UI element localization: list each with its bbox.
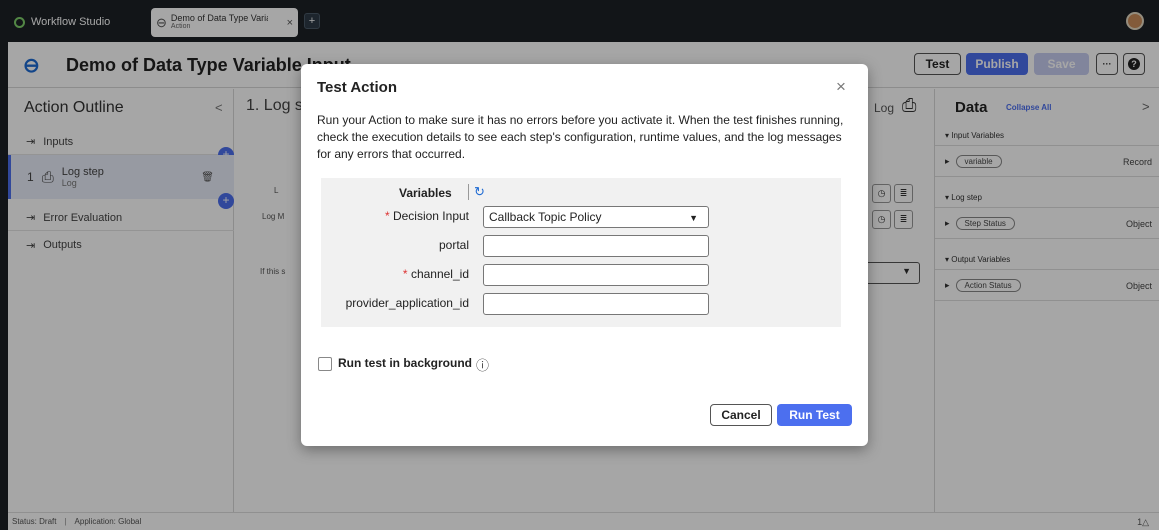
field-label-decision-input: * Decision Input <box>385 209 469 223</box>
field-label-portal: portal <box>438 238 469 252</box>
info-icon[interactable]: ⓘ <box>476 355 489 374</box>
variables-label: Variables <box>399 186 452 200</box>
provider-application-id-input[interactable] <box>483 293 709 315</box>
run-in-background-checkbox[interactable] <box>318 357 332 371</box>
channel-id-input[interactable] <box>483 264 709 286</box>
cancel-button[interactable]: Cancel <box>710 404 772 426</box>
field-label-provider-application-id: provider_application_id <box>345 296 469 310</box>
field-label-text: Decision Input <box>392 209 469 223</box>
chevron-down-icon: ▼ <box>689 213 698 223</box>
test-action-dialog: Test Action × Run your Action to make su… <box>301 64 868 446</box>
dialog-title: Test Action <box>317 79 398 96</box>
variables-panel: Variables ↻ * Decision Input Callback To… <box>321 178 841 327</box>
refresh-icon[interactable]: ↻ <box>468 184 485 200</box>
field-label-channel-id: * channel_id <box>403 267 469 281</box>
run-test-button[interactable]: Run Test <box>777 404 852 426</box>
decision-input-select[interactable]: Callback Topic Policy ▼ <box>483 206 709 228</box>
required-marker: * <box>402 267 411 281</box>
dialog-description: Run your Action to make sure it has no e… <box>317 113 844 161</box>
close-icon[interactable]: × <box>836 77 846 97</box>
run-in-background-label[interactable]: Run test in background <box>338 356 472 370</box>
field-label-text: channel_id <box>410 267 469 281</box>
portal-input[interactable] <box>483 235 709 257</box>
select-value: Callback Topic Policy <box>489 210 602 224</box>
required-marker: * <box>384 209 393 223</box>
